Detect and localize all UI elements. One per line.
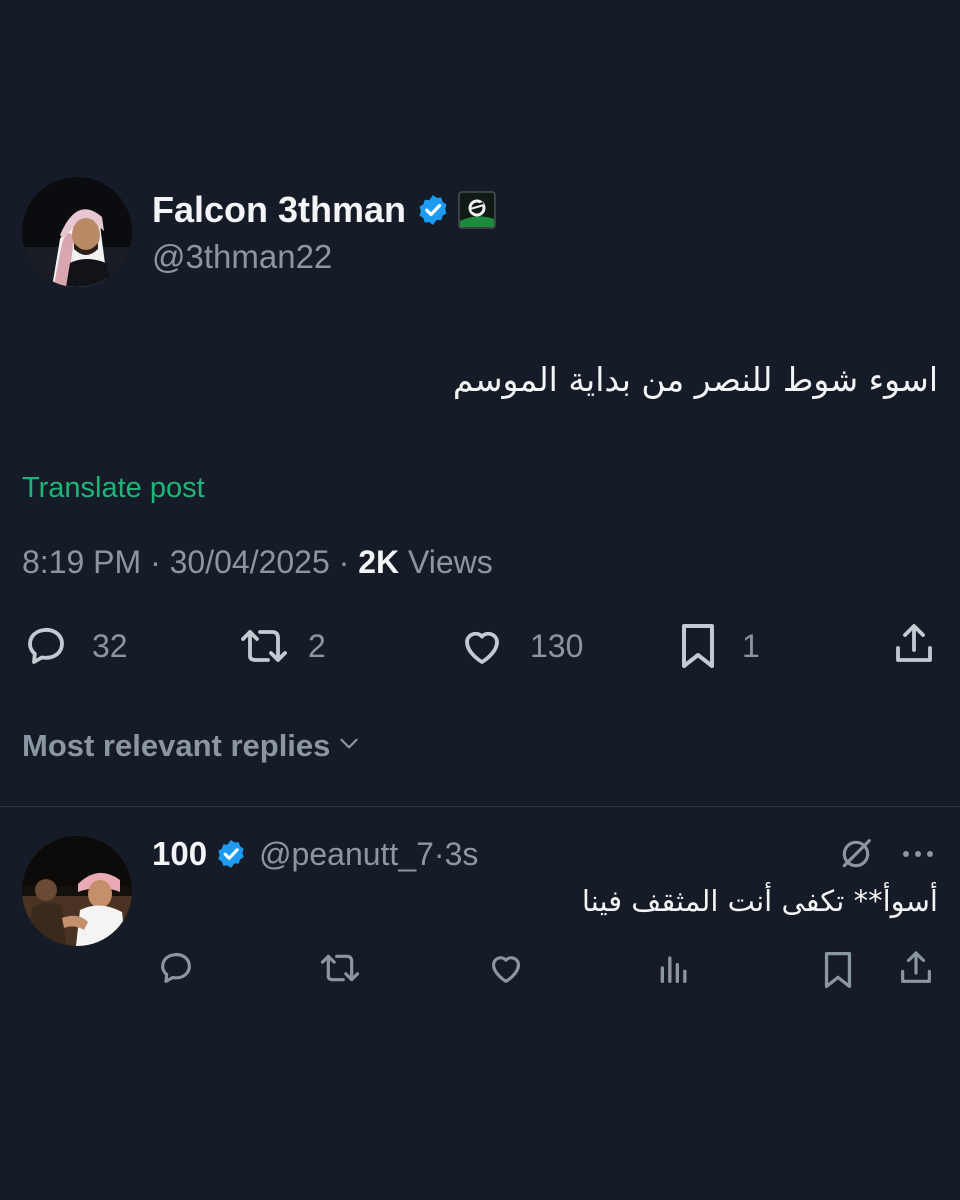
like-count: 130 [530, 627, 584, 664]
repost-icon [238, 622, 290, 670]
reply-like-button[interactable] [486, 948, 526, 988]
verified-badge-icon [416, 193, 450, 227]
like-icon [458, 622, 506, 670]
like-icon [486, 956, 526, 992]
author-handle[interactable]: @3thman22 [152, 238, 332, 276]
author-avatar[interactable] [22, 177, 132, 287]
replies-sort-dropdown[interactable]: Most relevant replies [22, 726, 362, 766]
share-action[interactable] [890, 620, 938, 668]
post-metadata: 8:19 PM · 30/04/2025 · 2K Views [22, 544, 493, 580]
like-action[interactable]: 130 [458, 622, 583, 670]
repost-action[interactable]: 2 [238, 622, 326, 670]
views-icon [654, 956, 694, 992]
post-date: 30/04/2025 [169, 544, 330, 580]
reply-text: أسوأ** تكفى أنت المثقف فينا [581, 884, 938, 918]
reply-bookmark-button[interactable] [820, 948, 856, 992]
bookmark-count: 1 [742, 627, 760, 664]
reply-count: 32 [92, 627, 128, 664]
reply-age: 3s [444, 835, 479, 872]
grok-icon[interactable] [836, 834, 876, 874]
reply-avatar[interactable] [22, 836, 132, 946]
reply-repost-button[interactable] [316, 948, 364, 988]
affiliate-badge-icon[interactable] [458, 191, 496, 229]
translate-post-link[interactable]: Translate post [22, 472, 205, 505]
reply-icon [156, 952, 196, 992]
more-icon[interactable] [898, 836, 938, 872]
reply-author-handle[interactable]: @peanutt_7 [259, 836, 434, 873]
reply-reply-button[interactable] [156, 948, 196, 988]
share-icon [896, 951, 936, 992]
reply-share-button[interactable] [896, 948, 936, 988]
verified-badge-icon [215, 838, 247, 870]
divider [0, 806, 960, 807]
reply-icon [22, 622, 70, 670]
views-count[interactable]: 2K [358, 544, 399, 580]
replies-sort-label: Most relevant replies [22, 728, 331, 763]
share-icon [890, 620, 938, 668]
reply-action[interactable]: 32 [22, 622, 128, 670]
bookmark-icon [676, 620, 720, 672]
reply-author-name[interactable]: 100 [152, 835, 207, 873]
views-label[interactable]: Views [408, 544, 493, 580]
chevron-down-icon [336, 728, 362, 764]
post-time: 8:19 PM [22, 544, 142, 580]
repost-icon [316, 954, 364, 992]
repost-count: 2 [308, 627, 326, 664]
author-name[interactable]: Falcon 3thman [152, 189, 406, 231]
reply-views-button[interactable] [654, 948, 694, 988]
bookmark-icon [820, 952, 856, 996]
post-text: اسوء شوط للنصر من بداية الموسم [452, 360, 938, 399]
bookmark-action[interactable]: 1 [676, 622, 760, 670]
